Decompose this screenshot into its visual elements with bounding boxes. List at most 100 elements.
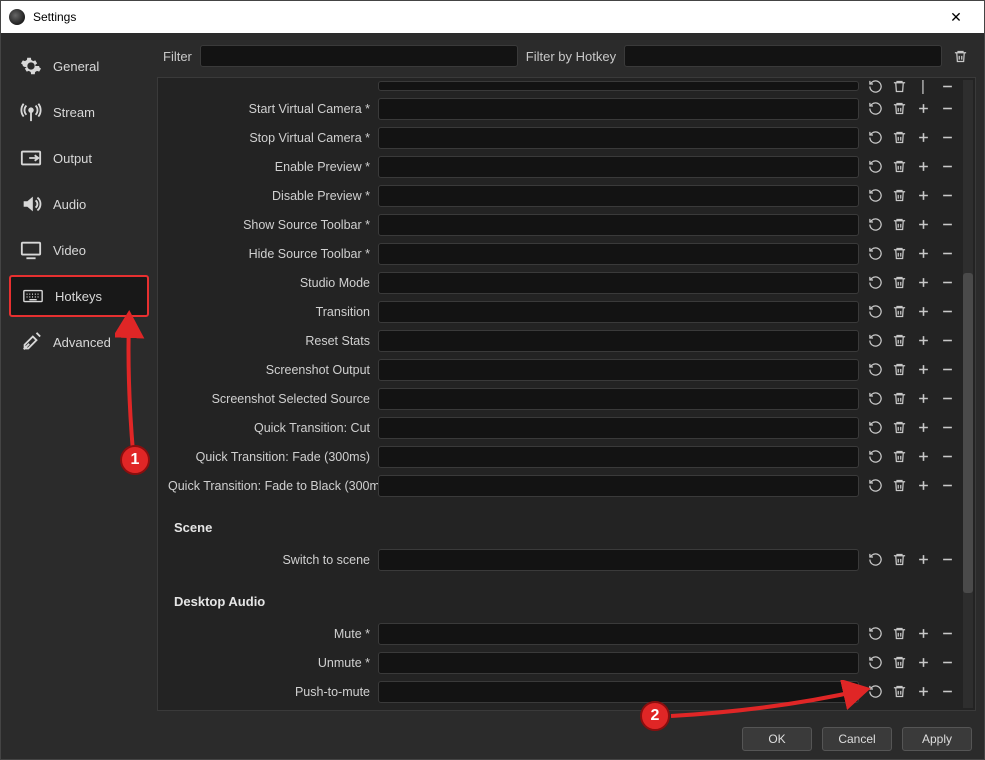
remove-icon[interactable] [937, 711, 957, 712]
hotkey-input[interactable] [378, 475, 859, 497]
undo-icon[interactable] [865, 711, 885, 712]
hotkey-input[interactable] [378, 156, 859, 178]
remove-icon[interactable] [937, 360, 957, 380]
add-icon[interactable] [913, 711, 933, 712]
filter-hotkey-input[interactable] [624, 45, 942, 67]
hotkey-input[interactable] [378, 417, 859, 439]
hotkey-input[interactable] [378, 710, 859, 712]
hotkey-input[interactable] [378, 98, 859, 120]
trash-icon[interactable] [889, 215, 909, 235]
sidebar-item-general[interactable]: General [9, 45, 149, 87]
remove-icon[interactable] [937, 389, 957, 409]
add-icon[interactable] [913, 302, 933, 322]
pipe-icon[interactable]: | [913, 77, 933, 96]
trash-icon[interactable] [889, 550, 909, 570]
hotkey-input[interactable] [378, 127, 859, 149]
add-icon[interactable] [913, 244, 933, 264]
add-icon[interactable] [913, 476, 933, 496]
ok-button[interactable]: OK [742, 727, 812, 751]
add-icon[interactable] [913, 99, 933, 119]
remove-icon[interactable] [937, 418, 957, 438]
trash-icon[interactable] [889, 653, 909, 673]
trash-icon[interactable] [889, 128, 909, 148]
remove-icon[interactable] [937, 550, 957, 570]
undo-icon[interactable] [865, 128, 885, 148]
add-icon[interactable] [913, 157, 933, 177]
hotkey-input[interactable] [378, 243, 859, 265]
hotkey-input[interactable] [378, 272, 859, 294]
remove-icon[interactable] [937, 157, 957, 177]
remove-icon[interactable] [937, 244, 957, 264]
trash-icon[interactable] [889, 273, 909, 293]
add-icon[interactable] [913, 360, 933, 380]
add-icon[interactable] [913, 331, 933, 351]
undo-icon[interactable] [865, 389, 885, 409]
undo-icon[interactable] [865, 418, 885, 438]
add-icon[interactable] [913, 215, 933, 235]
hotkey-input[interactable] [378, 388, 859, 410]
sidebar-item-video[interactable]: Video [9, 229, 149, 271]
sidebar-item-audio[interactable]: Audio [9, 183, 149, 225]
trash-icon[interactable] [889, 331, 909, 351]
hotkey-input[interactable] [378, 623, 859, 645]
trash-icon[interactable] [889, 711, 909, 712]
close-button[interactable]: ✕ [936, 9, 976, 26]
remove-icon[interactable] [937, 331, 957, 351]
remove-icon[interactable] [937, 215, 957, 235]
cancel-button[interactable]: Cancel [822, 727, 892, 751]
trash-icon[interactable] [889, 244, 909, 264]
trash-icon[interactable] [889, 77, 909, 96]
remove-icon[interactable] [937, 128, 957, 148]
undo-icon[interactable] [865, 186, 885, 206]
undo-icon[interactable] [865, 77, 885, 96]
add-icon[interactable] [913, 389, 933, 409]
undo-icon[interactable] [865, 273, 885, 293]
undo-icon[interactable] [865, 331, 885, 351]
add-icon[interactable] [913, 418, 933, 438]
remove-icon[interactable] [937, 77, 957, 96]
hotkey-input[interactable] [378, 301, 859, 323]
undo-icon[interactable] [865, 302, 885, 322]
trash-icon[interactable] [889, 418, 909, 438]
remove-icon[interactable] [937, 302, 957, 322]
remove-icon[interactable] [937, 186, 957, 206]
trash-icon[interactable] [889, 624, 909, 644]
remove-icon[interactable] [937, 99, 957, 119]
apply-button[interactable]: Apply [902, 727, 972, 751]
trash-icon[interactable] [889, 157, 909, 177]
hotkey-input[interactable] [378, 549, 859, 571]
sidebar-item-advanced[interactable]: Advanced [9, 321, 149, 363]
add-icon[interactable] [913, 186, 933, 206]
undo-icon[interactable] [865, 244, 885, 264]
clear-filter-icon[interactable] [950, 49, 970, 64]
undo-icon[interactable] [865, 476, 885, 496]
hotkey-input[interactable] [378, 652, 859, 674]
undo-icon[interactable] [865, 157, 885, 177]
hotkey-input[interactable] [378, 681, 859, 703]
remove-icon[interactable] [937, 476, 957, 496]
hotkey-input[interactable] [378, 359, 859, 381]
trash-icon[interactable] [889, 389, 909, 409]
undo-icon[interactable] [865, 653, 885, 673]
undo-icon[interactable] [865, 447, 885, 467]
undo-icon[interactable] [865, 99, 885, 119]
filter-input[interactable] [200, 45, 518, 67]
add-icon[interactable] [913, 682, 933, 702]
add-icon[interactable] [913, 550, 933, 570]
hotkey-input[interactable] [378, 330, 859, 352]
add-icon[interactable] [913, 273, 933, 293]
trash-icon[interactable] [889, 682, 909, 702]
remove-icon[interactable] [937, 653, 957, 673]
undo-icon[interactable] [865, 215, 885, 235]
add-icon[interactable] [913, 128, 933, 148]
trash-icon[interactable] [889, 360, 909, 380]
add-icon[interactable] [913, 624, 933, 644]
sidebar-item-output[interactable]: Output [9, 137, 149, 179]
undo-icon[interactable] [865, 360, 885, 380]
remove-icon[interactable] [937, 273, 957, 293]
trash-icon[interactable] [889, 447, 909, 467]
sidebar-item-stream[interactable]: Stream [9, 91, 149, 133]
remove-icon[interactable] [937, 447, 957, 467]
undo-icon[interactable] [865, 550, 885, 570]
trash-icon[interactable] [889, 476, 909, 496]
